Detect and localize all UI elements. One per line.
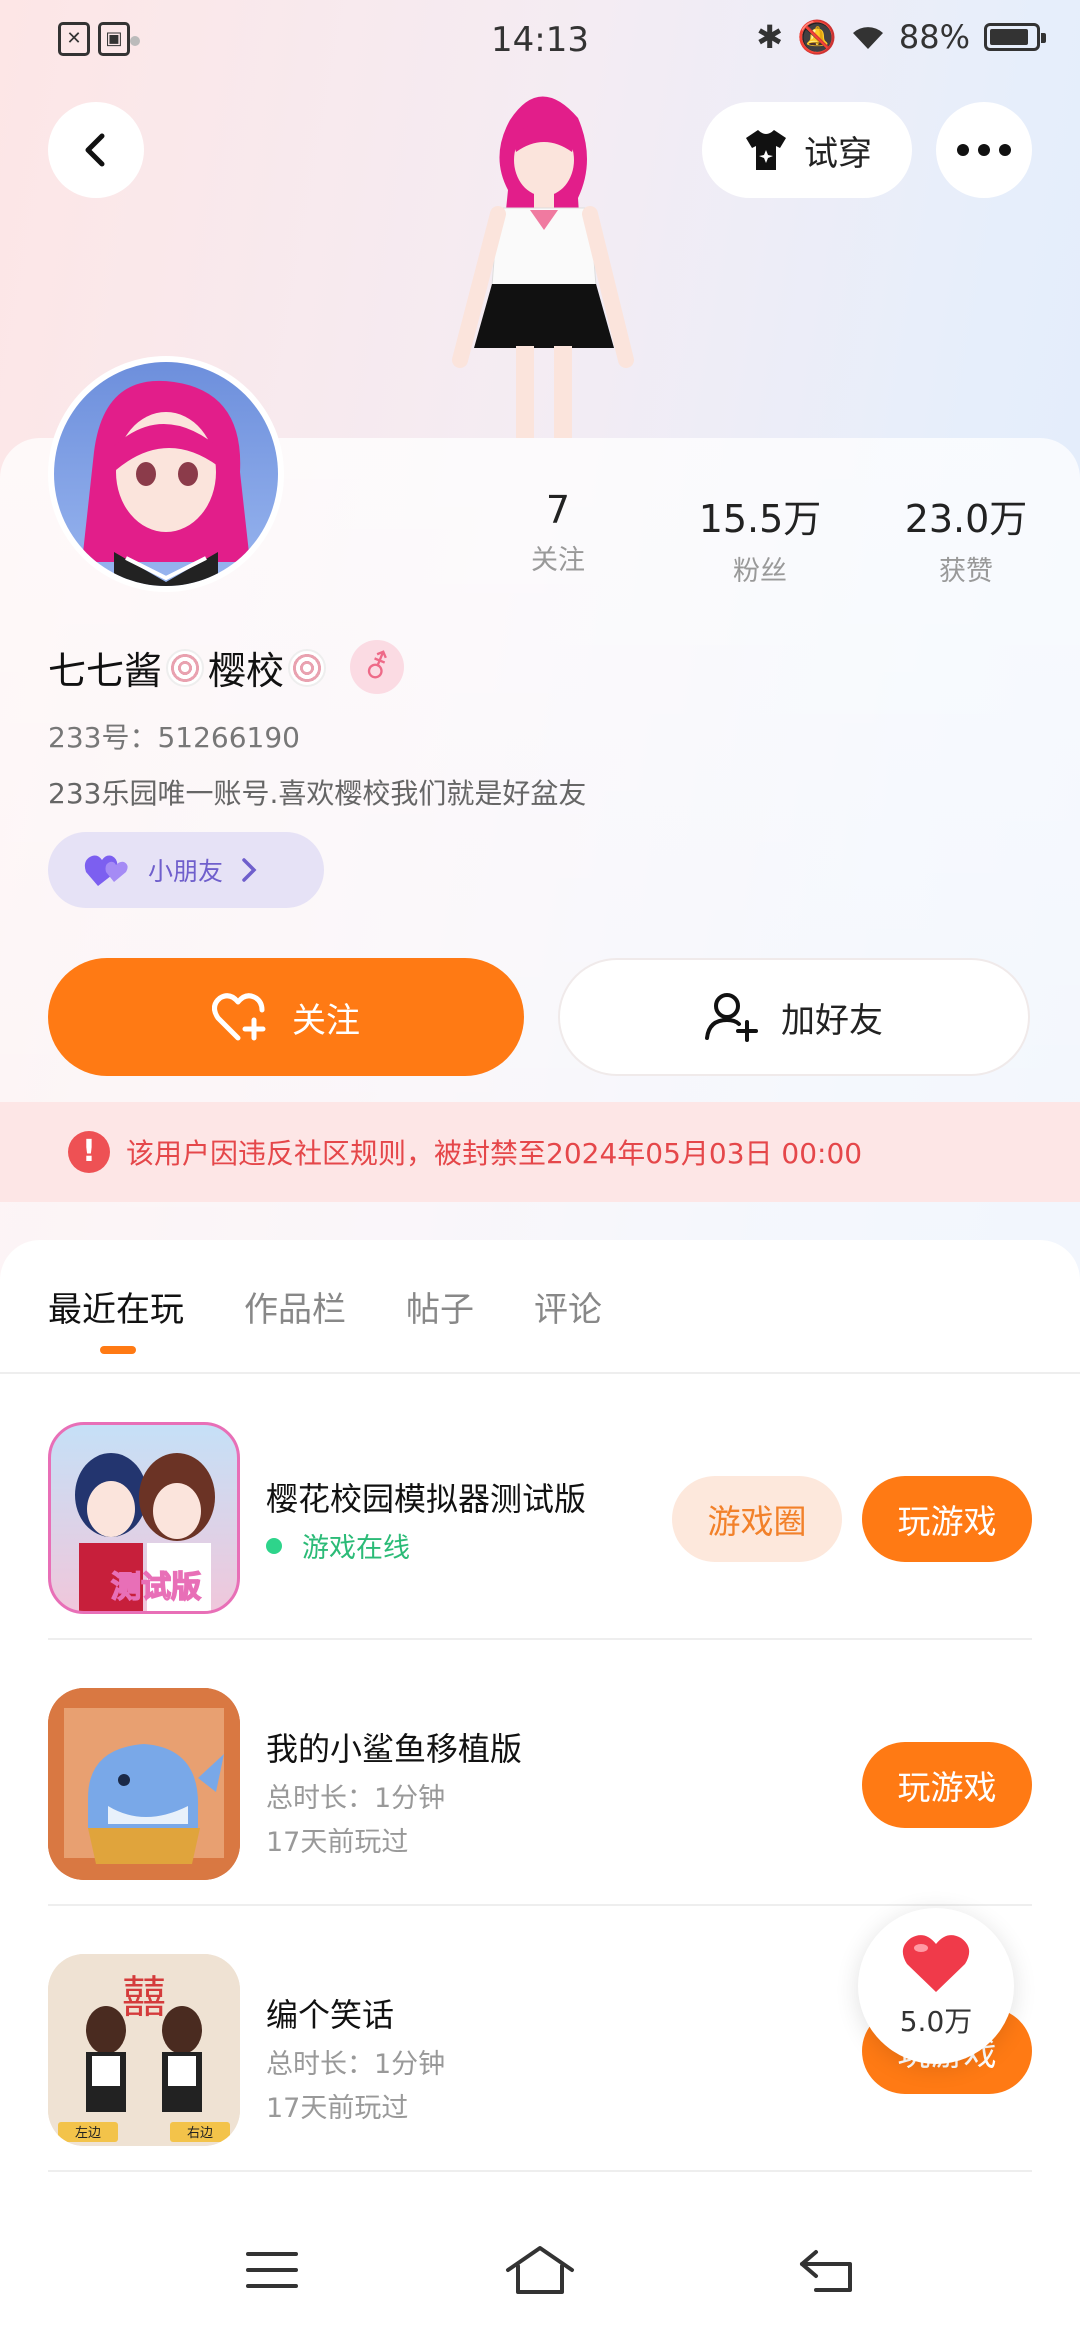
back-arrow-icon: [85, 133, 105, 167]
game-artwork-image: 囍 左边 右边: [48, 1954, 240, 2146]
tab-comments[interactable]: 评论: [534, 1282, 602, 1331]
sign-right: 右边: [187, 2126, 213, 2141]
test-version-badge: 测试版: [111, 1570, 201, 1605]
sign-left: 左边: [75, 2126, 101, 2141]
stat-likes[interactable]: 23.0万 获赞: [866, 488, 1066, 588]
like-count: 5.0万: [899, 2005, 973, 2038]
game-icon: [48, 1688, 240, 1880]
tab-recently-played[interactable]: 最近在玩: [48, 1282, 184, 1354]
game-icon: 囍 左边 右边: [48, 1954, 240, 2146]
add-friend-button[interactable]: 加好友: [558, 958, 1030, 1076]
follow-label: 关注: [292, 1000, 360, 1041]
username-part-1: 七七酱: [48, 649, 163, 693]
stat-number: 15.5万: [698, 497, 822, 541]
add-user-icon: [705, 993, 758, 1042]
stat-label: 获赞: [939, 556, 993, 587]
stat-following[interactable]: 7 关注: [458, 488, 658, 577]
list-item[interactable]: 测试版 樱花校园模拟器测试版 游戏在线 游戏圈 玩游戏: [48, 1374, 1032, 1640]
user-id[interactable]: 233号：51266190: [48, 716, 300, 756]
stat-label: 粉丝: [733, 556, 787, 587]
tab-posts[interactable]: 帖子: [406, 1282, 474, 1331]
chevron-right-icon: [242, 858, 257, 882]
avatar[interactable]: [48, 356, 284, 592]
game-artwork-image: [48, 1688, 240, 1880]
try-on-label: 试穿: [804, 133, 872, 174]
status-bar: ✕ ▣ 14:13 ✱ 🔕 88%: [0, 0, 1080, 84]
mute-icon: 🔕: [797, 18, 837, 56]
play-game-button[interactable]: 玩游戏: [862, 1476, 1032, 1562]
game-title: 编个笑话: [266, 1996, 395, 2034]
online-status-label: 游戏在线: [302, 1533, 410, 1564]
heart-plus-icon: [212, 993, 266, 1041]
floating-like-button[interactable]: 5.0万: [858, 1908, 1014, 2064]
wifi-icon: [852, 27, 883, 49]
lollipop-icon: [166, 648, 205, 687]
last-played: 17天前玩过: [266, 2093, 409, 2124]
stat-number: 23.0万: [904, 497, 1028, 541]
stat-number: 7: [545, 488, 571, 532]
status-right: ✱ 🔕 88%: [756, 18, 1046, 56]
tab-bar: 最近在玩 作品栏 帖子 评论: [0, 1240, 1080, 1372]
follow-button[interactable]: 关注: [48, 958, 524, 1076]
heart-icon: [902, 1935, 970, 1992]
play-game-button[interactable]: 玩游戏: [862, 1742, 1032, 1828]
avatar-image: [82, 380, 250, 586]
username: 七七酱 樱校: [48, 640, 327, 695]
try-on-button[interactable]: 试穿: [702, 102, 912, 198]
banner-character: 囍: [122, 1972, 166, 2023]
game-title: 樱花校园模拟器测试版: [266, 1480, 587, 1518]
menu-icon[interactable]: [246, 2250, 298, 2290]
tab-works[interactable]: 作品栏: [244, 1282, 346, 1331]
tshirt-icon: [746, 130, 786, 170]
game-circle-button[interactable]: 游戏圈: [672, 1476, 842, 1562]
more-button[interactable]: [936, 102, 1032, 198]
game-title: 我的小鲨鱼移植版: [266, 1730, 523, 1768]
play-duration: 总时长：1分钟: [266, 1783, 446, 1814]
last-played: 17天前玩过: [266, 1827, 409, 1858]
online-status: 游戏在线: [266, 1526, 410, 1565]
ban-notice-text: 该用户因违反社区规则，被封禁至2024年05月03日 00:00: [126, 1137, 863, 1170]
lollipop-icon: [288, 648, 327, 687]
gender-female-icon: ⚦: [350, 640, 404, 694]
back-button[interactable]: [48, 102, 144, 198]
ban-notice: ! 该用户因违反社区规则，被封禁至2024年05月03日 00:00: [0, 1102, 1080, 1202]
warning-icon: !: [68, 1131, 110, 1173]
add-friend-label: 加好友: [781, 1000, 883, 1041]
home-icon[interactable]: [504, 2244, 576, 2296]
battery-icon: [984, 23, 1046, 51]
play-duration: 总时长：1分钟: [266, 2049, 446, 2080]
character-model-image: [452, 96, 634, 438]
double-heart-icon: [84, 855, 128, 886]
friend-tag-button[interactable]: 小朋友: [48, 832, 324, 908]
game-artwork-image: 测试版: [75, 1453, 215, 1611]
game-icon: 测试版: [48, 1422, 240, 1614]
stat-fans[interactable]: 15.5万 粉丝: [660, 488, 860, 588]
list-item[interactable]: 我的小鲨鱼移植版 总时长：1分钟 17天前玩过 玩游戏: [48, 1640, 1032, 1906]
bluetooth-icon: ✱: [756, 18, 784, 56]
more-dots-icon: [957, 144, 1011, 156]
battery-percent: 88%: [898, 18, 970, 56]
system-nav-bar: [0, 2200, 1080, 2340]
row-divider: [48, 2170, 1032, 2172]
stat-label: 关注: [531, 545, 585, 576]
friend-tag-label: 小朋友: [148, 857, 224, 886]
user-bio: 233乐园唯一账号.喜欢樱校我们就是好盆友: [48, 777, 587, 810]
online-dot-icon: [266, 1537, 282, 1554]
username-part-2: 樱校: [208, 649, 285, 693]
